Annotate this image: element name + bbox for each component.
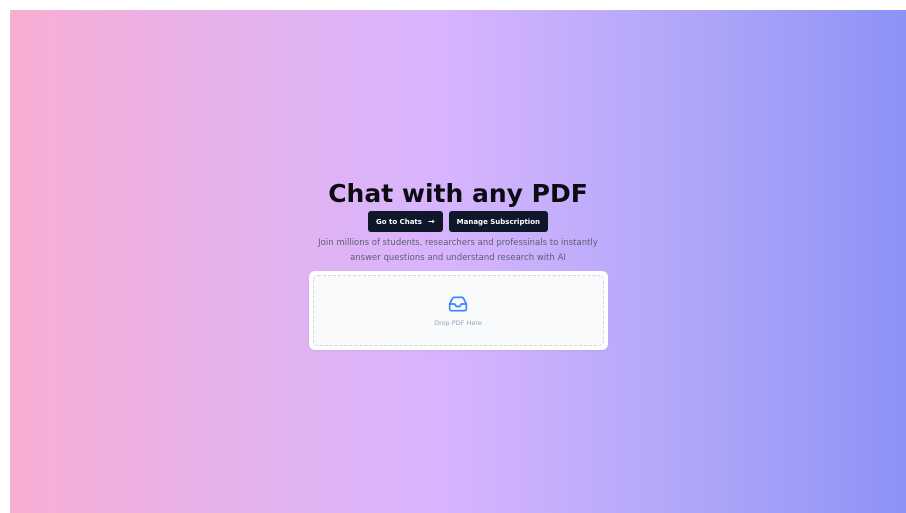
- manage-subscription-label: Manage Subscription: [456, 217, 540, 226]
- page-background: Chat with any PDF Go to Chats → Manage S…: [10, 10, 906, 513]
- upload-card: Drop PDF Here: [308, 271, 608, 350]
- hero-subtitle: Join millions of students, researchers a…: [318, 238, 598, 263]
- pdf-dropzone[interactable]: Drop PDF Here: [312, 275, 604, 346]
- action-buttons: Go to Chats → Manage Subscription: [368, 211, 548, 232]
- page-title: Chat with any PDF: [328, 179, 588, 208]
- go-to-chats-label: Go to Chats: [376, 217, 422, 226]
- dropzone-label: Drop PDF Here: [434, 319, 482, 327]
- manage-subscription-button[interactable]: Manage Subscription: [448, 211, 548, 232]
- inbox-icon: [448, 296, 468, 312]
- arrow-right-icon: →: [427, 216, 435, 226]
- hero-section: Chat with any PDF Go to Chats → Manage S…: [10, 178, 906, 350]
- go-to-chats-button[interactable]: Go to Chats →: [368, 211, 443, 232]
